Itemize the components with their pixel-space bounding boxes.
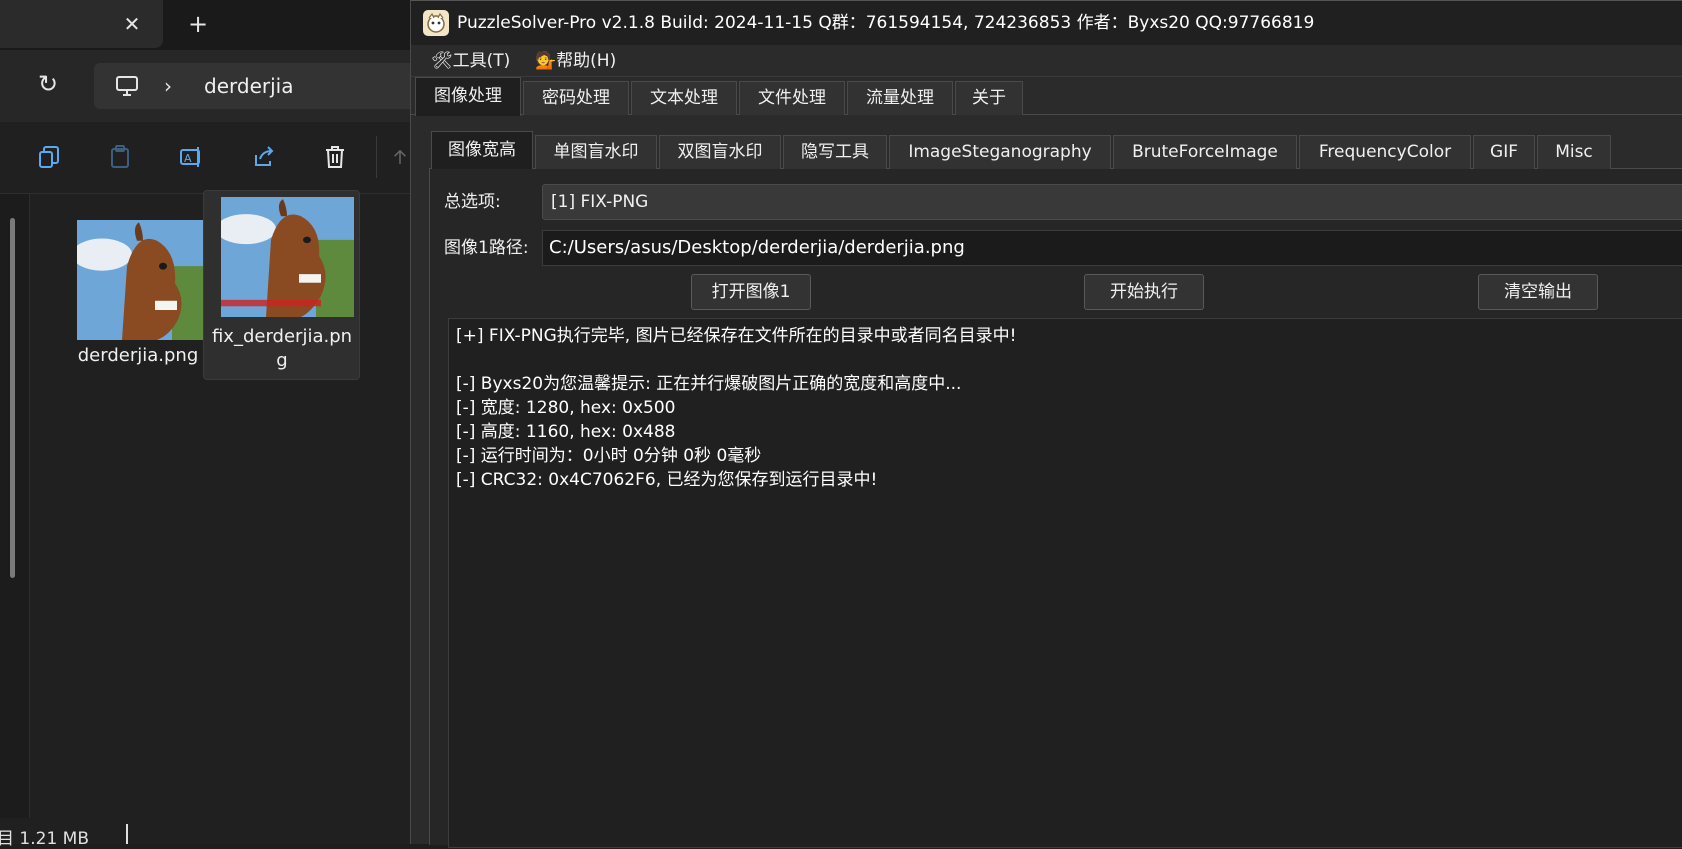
subtab-image-steganography[interactable]: ImageSteganography: [889, 135, 1111, 169]
tab-file-processing[interactable]: 文件处理: [739, 81, 845, 115]
tab-password-processing[interactable]: 密码处理: [523, 81, 629, 115]
toolbar-separator: [376, 136, 377, 178]
file-name: derderjia.png: [77, 345, 199, 366]
chevron-right-icon[interactable]: ›: [164, 73, 172, 99]
explorer-tab[interactable]: ✕: [0, 0, 163, 48]
tab-image-processing[interactable]: 图像处理: [415, 77, 521, 116]
explorer-address-row: ↻ › derderjia: [0, 50, 424, 122]
new-tab-button[interactable]: +: [185, 12, 211, 38]
close-tab-icon[interactable]: ✕: [120, 12, 144, 36]
address-path: derderjia: [204, 74, 294, 98]
explorer-toolbar: A: [0, 122, 420, 194]
paste-icon[interactable]: [103, 140, 137, 174]
image-thumbnail: [221, 197, 354, 317]
address-bar[interactable]: › derderjia: [94, 63, 424, 109]
image-size-panel: 总选项: [1] FIX-PNG 图像1路径: C:/Users/asus/De…: [429, 169, 1682, 848]
navigation-pane: [0, 194, 30, 818]
subtab-single-watermark[interactable]: 单图盲水印: [535, 135, 657, 169]
menu-help[interactable]: 💁帮助(H): [531, 49, 620, 73]
rename-icon[interactable]: A: [174, 140, 208, 174]
delete-icon[interactable]: [318, 140, 352, 174]
file-item[interactable]: derderjia.png: [60, 204, 217, 394]
path-label: 图像1路径:: [444, 238, 529, 258]
run-button[interactable]: 开始执行: [1084, 274, 1204, 310]
output-console[interactable]: [+] FIX-PNG执行完毕, 图片已经保存在文件所在的目录中或者同名目录中!…: [448, 318, 1682, 848]
svg-text:A: A: [184, 152, 192, 165]
tab-traffic-processing[interactable]: 流量处理: [847, 81, 953, 115]
menu-bar: 🛠工具(T) 💁帮助(H): [411, 45, 1682, 77]
tab-text-processing[interactable]: 文本处理: [631, 81, 737, 115]
explorer-tab-bar: ✕ +: [0, 0, 420, 50]
main-tab-bar: 图像处理 密码处理 文本处理 文件处理 流量处理 关于: [411, 77, 1682, 116]
image-path-input[interactable]: C:/Users/asus/Desktop/derderjia/derderji…: [542, 230, 1682, 266]
image-thumbnail: [77, 220, 210, 340]
clear-output-button[interactable]: 清空输出: [1478, 274, 1598, 310]
output-line: [-] CRC32: 0x4C7062F6, 已经为您保存到运行目录中!: [456, 470, 878, 490]
option-select[interactable]: [1] FIX-PNG: [542, 184, 1682, 220]
title-bar[interactable]: PuzzleSolver-Pro v2.1.8 Build: 2024-11-1…: [411, 1, 1682, 45]
output-line: [-] 高度: 1160, hex: 0x488: [456, 422, 676, 442]
puzzlesolver-window: PuzzleSolver-Pro v2.1.8 Build: 2024-11-1…: [410, 0, 1682, 848]
file-list: derderjia.png fix_derderjia.png: [30, 190, 420, 818]
window-title: PuzzleSolver-Pro v2.1.8 Build: 2024-11-1…: [457, 13, 1315, 33]
subtab-brute-force-image[interactable]: BruteForceImage: [1113, 135, 1297, 169]
file-explorer-window: ✕ + ↻ › derderjia A derderjia.png fix_de…: [0, 0, 424, 849]
status-text: 项目 1.21 MB: [0, 829, 89, 849]
output-line: [-] 运行时间为：0小时 0分钟 0秒 0毫秒: [456, 446, 762, 466]
subtab-frequency-color[interactable]: FrequencyColor: [1299, 135, 1471, 169]
up-arrow-icon[interactable]: [390, 140, 410, 174]
refresh-icon[interactable]: ↻: [34, 70, 62, 98]
monitor-icon: [116, 76, 138, 96]
subtab-image-size[interactable]: 图像宽高: [431, 131, 533, 170]
app-logo-icon: [423, 10, 449, 36]
output-line: [+] FIX-PNG执行完毕, 图片已经保存在文件所在的目录中或者同名目录中!: [456, 326, 1017, 346]
scrollbar-thumb[interactable]: [10, 218, 15, 578]
status-divider: [126, 824, 128, 844]
output-line: [-] 宽度: 1280, hex: 0x500: [456, 398, 676, 418]
output-line: [-] Byxs20为您温馨提示: 正在并行爆破图片正确的宽度和高度中...: [456, 374, 962, 394]
file-name: fix_derderjia.png: [211, 326, 353, 371]
file-item-selected[interactable]: fix_derderjia.png: [203, 190, 360, 380]
subtab-gif[interactable]: GIF: [1473, 135, 1535, 169]
share-icon[interactable]: [246, 140, 280, 174]
open-image-button[interactable]: 打开图像1: [691, 274, 811, 310]
tab-about[interactable]: 关于: [955, 81, 1023, 115]
copy-icon[interactable]: [32, 140, 66, 174]
menu-tools[interactable]: 🛠工具(T): [427, 49, 514, 73]
subtab-misc[interactable]: Misc: [1537, 135, 1611, 169]
subtab-double-watermark[interactable]: 双图盲水印: [659, 135, 781, 169]
option-label: 总选项:: [444, 192, 501, 212]
subtab-stego-tools[interactable]: 隐写工具: [783, 135, 887, 169]
sub-tab-bar: 图像宽高 单图盲水印 双图盲水印 隐写工具 ImageSteganography…: [429, 131, 1682, 170]
status-bar: 项目 1.21 MB: [0, 818, 420, 849]
